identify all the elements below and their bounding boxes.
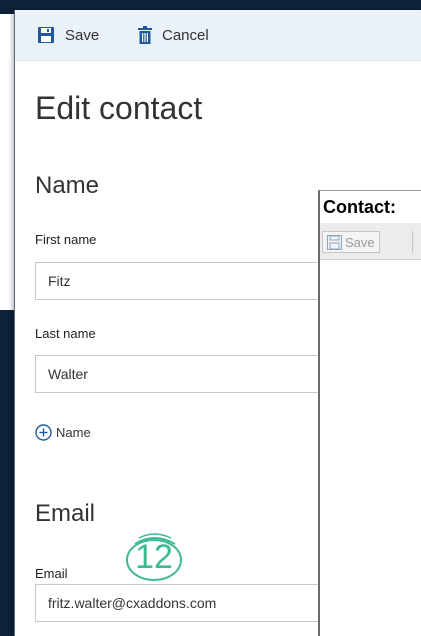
page-title: Edit contact xyxy=(35,90,203,126)
trash-icon xyxy=(138,26,152,44)
name-section-title: Name xyxy=(35,172,100,199)
contact-window: Contact: Save xyxy=(318,190,421,636)
background-frame-left xyxy=(0,310,14,636)
first-name-label: First name xyxy=(35,232,97,247)
add-name-label: Name xyxy=(56,425,91,440)
contact-window-save-label: Save xyxy=(345,234,375,250)
step-number: 12 xyxy=(135,538,173,576)
email-section-title: Email xyxy=(35,500,96,527)
last-name-label: Last name xyxy=(35,326,96,341)
plus-circle-icon xyxy=(35,424,52,441)
screen: Save Cancel Edit contact Name First name… xyxy=(0,0,421,636)
floppy-disk-icon xyxy=(327,234,342,250)
cancel-button[interactable]: Cancel xyxy=(138,24,209,46)
email-label: Email xyxy=(35,566,68,581)
contact-window-header: Contact: xyxy=(320,191,421,223)
save-button[interactable]: Save xyxy=(37,24,99,46)
last-name-field[interactable] xyxy=(35,355,335,393)
cancel-button-label: Cancel xyxy=(162,26,209,44)
command-toolbar: Save Cancel xyxy=(15,10,421,61)
step-badge: 12 xyxy=(121,530,187,584)
floppy-disk-icon xyxy=(38,27,54,43)
contact-window-title: Contact: xyxy=(323,197,396,217)
email-field[interactable] xyxy=(35,584,335,622)
toolbar-separator xyxy=(412,231,413,253)
save-button-label: Save xyxy=(65,26,100,44)
add-name-button[interactable]: Name xyxy=(35,424,91,441)
contact-window-save-button[interactable]: Save xyxy=(322,231,380,253)
first-name-field[interactable] xyxy=(35,262,335,300)
